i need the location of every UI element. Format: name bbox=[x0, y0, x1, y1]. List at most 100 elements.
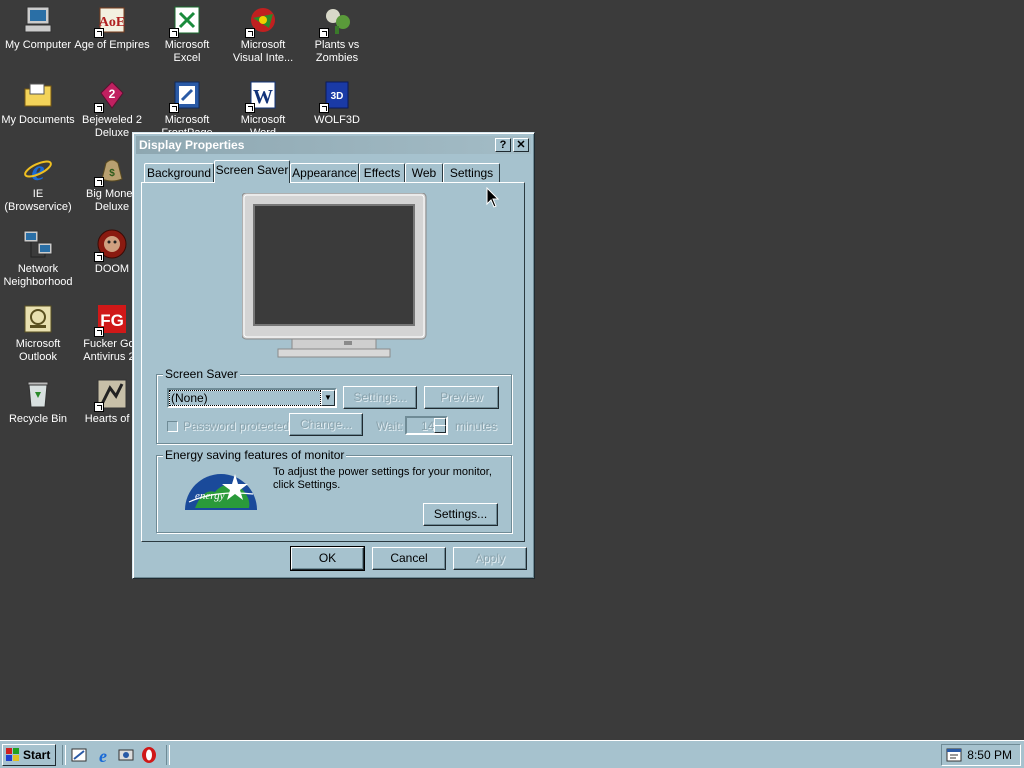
help-button[interactable]: ? bbox=[495, 138, 511, 152]
desktop-icon-network-neighborhood[interactable]: Network Neighborhood bbox=[0, 228, 76, 289]
desktop-icon-age-of-empires[interactable]: AoE Age of Empires bbox=[74, 4, 150, 52]
shortcut-arrow-icon bbox=[94, 177, 104, 187]
screen-saver-selected: (None) bbox=[169, 390, 321, 406]
tab-screen-saver[interactable]: Screen Saver bbox=[214, 160, 290, 183]
close-button[interactable]: ✕ bbox=[513, 138, 529, 152]
screen-saver-group: Screen Saver (None) ▼ Settings... Previe… bbox=[156, 367, 512, 444]
desktop-icon-label: Network Neighborhood bbox=[3, 263, 73, 288]
shortcut-arrow-icon bbox=[169, 103, 179, 113]
desktop-icon-bejeweled[interactable]: 2 Bejeweled 2 Deluxe bbox=[74, 79, 150, 140]
windows-logo-icon bbox=[6, 748, 20, 762]
svg-text:3D: 3D bbox=[331, 91, 344, 102]
mouse-cursor-icon bbox=[486, 186, 500, 209]
title-bar[interactable]: Display Properties ? ✕ bbox=[136, 136, 531, 154]
spinner-down-icon[interactable] bbox=[434, 425, 446, 433]
svg-text:2: 2 bbox=[109, 87, 116, 101]
desktop-icon-label: Age of Empires bbox=[74, 39, 150, 51]
shortcut-arrow-icon bbox=[245, 28, 255, 38]
wait-spinner[interactable]: 14 bbox=[405, 416, 448, 435]
energy-saving-group-label: Energy saving features of monitor bbox=[163, 448, 347, 462]
desktop-icon-word[interactable]: W Microsoft Word bbox=[225, 79, 301, 140]
screen-saver-dropdown[interactable]: (None) ▼ bbox=[167, 388, 337, 408]
desktop-icon-label: IE (Browservice) bbox=[4, 188, 72, 213]
change-password-button[interactable]: Change... bbox=[289, 413, 363, 436]
desktop-icon-outlook[interactable]: Microsoft Outlook bbox=[0, 303, 76, 364]
visual-interdev-icon bbox=[245, 4, 279, 38]
clock[interactable]: 8:50 PM bbox=[967, 748, 1012, 762]
my-computer-icon bbox=[22, 4, 54, 36]
cancel-button[interactable]: Cancel bbox=[372, 547, 446, 570]
energy-info-text: To adjust the power settings for your mo… bbox=[273, 466, 492, 491]
display-properties-window: Display Properties ? ✕ Background Screen… bbox=[132, 132, 535, 579]
hearts-of-iron-icon bbox=[94, 378, 128, 412]
desktop-icon-plants-vs-zombies[interactable]: Plants vs Zombies bbox=[299, 4, 375, 65]
plants-vs-zombies-icon bbox=[319, 4, 353, 38]
tab-background[interactable]: Background bbox=[144, 163, 214, 182]
svg-text:W: W bbox=[253, 86, 273, 108]
wolf3d-icon: 3D bbox=[319, 79, 353, 113]
svg-text:$: $ bbox=[109, 168, 115, 179]
energy-settings-button[interactable]: Settings... bbox=[423, 503, 498, 526]
frontpage-icon bbox=[169, 79, 203, 113]
opera-icon[interactable] bbox=[140, 746, 158, 764]
desktop-icon-frontpage[interactable]: Microsoft FrontPage bbox=[149, 79, 225, 140]
start-label: Start bbox=[23, 748, 51, 762]
scheduler-icon[interactable] bbox=[946, 747, 962, 763]
desktop-icon-label: My Computer bbox=[4, 39, 72, 51]
shortcut-arrow-icon bbox=[94, 252, 104, 262]
tab-effects[interactable]: Effects bbox=[359, 163, 405, 182]
desktop-icon-label: My Documents bbox=[1, 114, 75, 126]
bejeweled-icon: 2 bbox=[94, 79, 128, 113]
screen-saver-group-label: Screen Saver bbox=[163, 367, 240, 381]
desktop-icon-label: Plants vs Zombies bbox=[314, 39, 360, 64]
internet-explorer-icon[interactable]: e bbox=[94, 746, 112, 766]
big-money-icon: $ bbox=[94, 153, 128, 187]
network-neighborhood-icon bbox=[22, 228, 54, 260]
window-title: Display Properties bbox=[139, 138, 245, 152]
minutes-label: minutes bbox=[455, 419, 498, 433]
my-documents-icon bbox=[22, 79, 54, 111]
shortcut-arrow-icon bbox=[169, 28, 179, 38]
screen-saver-settings-button[interactable]: Settings... bbox=[343, 386, 417, 409]
desktop-icon-recycle-bin[interactable]: Recycle Bin bbox=[0, 378, 76, 426]
tab-appearance[interactable]: Appearance bbox=[290, 163, 359, 182]
shortcut-arrow-icon bbox=[94, 402, 104, 412]
desktop-icon-excel[interactable]: Microsoft Excel bbox=[149, 4, 225, 65]
system-tray: 8:50 PM bbox=[941, 744, 1021, 766]
desktop-icon-my-computer[interactable]: My Computer bbox=[0, 4, 76, 52]
taskbar-separator bbox=[62, 745, 66, 765]
monitor-preview bbox=[241, 192, 428, 361]
desktop-icon-visual-interdev[interactable]: Microsoft Visual Inte... bbox=[225, 4, 301, 65]
tab-web[interactable]: Web bbox=[405, 163, 443, 182]
shortcut-arrow-icon bbox=[94, 103, 104, 113]
desktop-icon-my-documents[interactable]: My Documents bbox=[0, 79, 76, 127]
tab-settings[interactable]: Settings bbox=[443, 163, 500, 182]
channels-icon[interactable] bbox=[117, 746, 135, 764]
desktop-icon-wolf3d[interactable]: 3D WOLF3D bbox=[299, 79, 375, 127]
desktop-icon-label: WOLF3D bbox=[314, 114, 360, 126]
preview-button[interactable]: Preview bbox=[424, 386, 499, 409]
desktop-icon-internet-explorer[interactable]: e IE (Browservice) bbox=[0, 153, 76, 214]
outlook-icon bbox=[22, 303, 54, 335]
shortcut-arrow-icon bbox=[245, 103, 255, 113]
svg-text:e: e bbox=[99, 746, 107, 764]
energy-logo-text: energy bbox=[195, 490, 225, 502]
desktop-icon-label: Microsoft Excel bbox=[164, 39, 210, 64]
start-button[interactable]: Start bbox=[2, 744, 56, 766]
excel-icon bbox=[169, 4, 203, 38]
screen-saver-panel: Screen Saver (None) ▼ Settings... Previe… bbox=[141, 182, 525, 542]
word-icon: W bbox=[245, 79, 279, 113]
apply-button[interactable]: Apply bbox=[453, 547, 527, 570]
wait-value: 14 bbox=[421, 419, 435, 433]
chevron-down-icon[interactable]: ▼ bbox=[321, 390, 335, 406]
internet-explorer-icon: e bbox=[22, 153, 54, 185]
svg-text:e: e bbox=[31, 154, 44, 185]
password-protected-checkbox[interactable] bbox=[167, 421, 178, 432]
taskbar-separator bbox=[166, 745, 170, 765]
desktop-icon-label: Microsoft Outlook bbox=[15, 338, 61, 363]
ok-button[interactable]: OK bbox=[290, 546, 365, 571]
age-of-empires-icon: AoE bbox=[94, 4, 128, 38]
antivirus-icon: FG bbox=[94, 303, 128, 337]
show-desktop-icon[interactable] bbox=[70, 746, 88, 764]
desktop-icon-label: Recycle Bin bbox=[8, 413, 68, 425]
